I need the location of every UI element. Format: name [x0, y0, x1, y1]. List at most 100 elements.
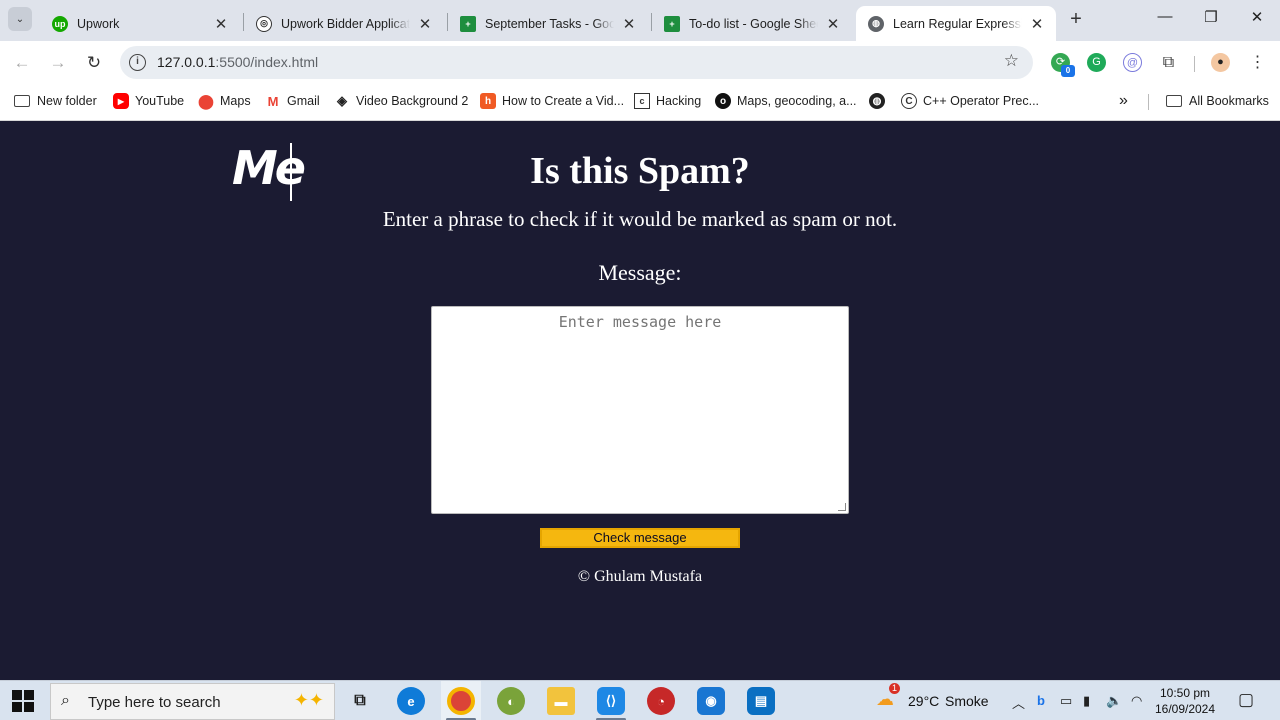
- tab-close-icon[interactable]: ✕: [416, 15, 434, 33]
- hubspot-icon: h: [480, 93, 496, 109]
- bing-icon[interactable]: b: [1037, 693, 1045, 708]
- message-label: Message:: [598, 260, 682, 285]
- bookmark-new-folder[interactable]: New folder: [14, 92, 97, 110]
- globe-icon: ◍: [868, 15, 884, 32]
- bookmark-label: YouTube: [135, 94, 185, 108]
- check-message-button[interactable]: Check message: [540, 528, 740, 548]
- resize-handle-icon[interactable]: [838, 503, 846, 511]
- gmail-icon: M: [267, 93, 279, 109]
- page-title: Is this Spam?: [530, 150, 750, 192]
- tab-close-icon[interactable]: ✕: [1028, 15, 1046, 33]
- bookmark-globe[interactable]: ◍: [869, 92, 891, 110]
- bookmark-how-to-create[interactable]: h How to Create a Vid...: [480, 92, 624, 110]
- edge-icon[interactable]: e: [397, 687, 425, 715]
- page-content: Me Is this Spam? Enter a phrase to check…: [0, 121, 1280, 680]
- bookmarks-bar: New folder ▶ YouTube ⬤ Maps M Gmail ◈ Vi…: [0, 84, 1280, 121]
- tab-close-icon[interactable]: ✕: [212, 15, 230, 33]
- tab-close-icon[interactable]: ✕: [620, 15, 638, 33]
- message-placeholder: Enter message here: [558, 313, 722, 331]
- chevron-up-icon[interactable]: ︿: [1012, 693, 1025, 712]
- bookmark-hacking[interactable]: c Hacking: [634, 92, 701, 110]
- address-bar[interactable]: i 127.0.0.1:5500/index.html ☆: [120, 46, 1033, 79]
- codepen-icon: ◈: [337, 93, 347, 108]
- tab-upwork[interactable]: up Upwork ✕: [40, 6, 240, 41]
- message-input[interactable]: Enter message here: [431, 306, 849, 514]
- pin-circle-icon: o: [715, 93, 731, 109]
- back-arrow-icon[interactable]: ←: [10, 51, 34, 75]
- close-window-icon[interactable]: ✕: [1234, 8, 1280, 32]
- tab-title: September Tasks - Googl: [485, 16, 614, 31]
- bookmark-gmail[interactable]: M Gmail: [265, 92, 320, 110]
- bookmarks-separator: [1148, 94, 1149, 110]
- tab-september-tasks[interactable]: + September Tasks - Googl ✕: [448, 6, 648, 41]
- generic-app-icon[interactable]: ▤: [747, 687, 775, 715]
- weather-badge: 1: [889, 683, 900, 694]
- extension-badge: 0: [1061, 65, 1075, 77]
- volume-icon[interactable]: 🔈: [1106, 693, 1122, 709]
- notifications-icon[interactable]: ▢: [1238, 690, 1254, 710]
- globe-icon: ◍: [869, 93, 885, 109]
- spiral-extension-icon[interactable]: @: [1123, 53, 1142, 72]
- taskbar-search-placeholder: Type here to search: [88, 694, 221, 711]
- weather-description[interactable]: Smoke: [945, 693, 989, 709]
- maps-pin-icon: ⬤: [198, 92, 214, 109]
- reload-icon[interactable]: ↻: [82, 51, 106, 75]
- youtube-icon: ▶: [113, 93, 129, 109]
- tab-close-icon[interactable]: ✕: [824, 15, 842, 33]
- battery-icon[interactable]: ▮: [1083, 693, 1090, 709]
- forward-arrow-icon[interactable]: →: [46, 51, 70, 75]
- bookmark-star-icon[interactable]: ☆: [1004, 51, 1019, 71]
- page-icon: c: [634, 93, 650, 109]
- task-view-icon[interactable]: ⧉: [346, 687, 374, 715]
- site-info-icon[interactable]: i: [129, 54, 146, 71]
- url-text[interactable]: 127.0.0.1:5500/index.html: [157, 54, 318, 70]
- clock-date: 16/09/2024: [1154, 702, 1216, 716]
- grammarly-icon[interactable]: G: [1087, 53, 1106, 72]
- bookmark-label: Maps, geocoding, a...: [737, 94, 857, 108]
- chrome-icon[interactable]: [447, 687, 475, 715]
- windows-taskbar: ⌕ Type here to search ✦✦ ⧉ e ◐ ▬ ⟨⟩ ◔ ◉ …: [0, 680, 1280, 720]
- tab-title: Upwork: [77, 16, 120, 31]
- all-bookmarks-button[interactable]: All Bookmarks: [1166, 92, 1269, 110]
- camera-app-icon[interactable]: ◉: [697, 687, 725, 715]
- upwork-icon: up: [52, 15, 68, 32]
- vscode-icon[interactable]: ⟨⟩: [597, 687, 625, 715]
- url-host: 127.0.0.1: [157, 54, 216, 70]
- wifi-icon[interactable]: ◠: [1131, 693, 1142, 709]
- taskbar-clock[interactable]: 10:50 pm 16/09/2024: [1150, 685, 1220, 717]
- cpp-reference-icon: C: [901, 93, 917, 109]
- page-footer: © Ghulam Mustafa: [577, 568, 703, 585]
- more-menu-icon[interactable]: ⋮: [1248, 53, 1267, 72]
- chameleon-app-icon[interactable]: ◐: [497, 687, 525, 715]
- file-explorer-icon[interactable]: ▬: [547, 687, 575, 715]
- tab-title: Learn Regular Expression: [893, 16, 1022, 31]
- bookmark-cpp-operator[interactable]: C C++ Operator Prec...: [901, 92, 1039, 110]
- clock-time: 10:50 pm: [1159, 686, 1211, 700]
- restore-icon[interactable]: ❐: [1188, 8, 1234, 32]
- windows-start-icon[interactable]: [12, 690, 34, 712]
- bookmark-label: How to Create a Vid...: [502, 94, 625, 108]
- page-description: Enter a phrase to check if it would be m…: [382, 207, 898, 231]
- bookmark-label: C++ Operator Prec...: [923, 94, 1040, 108]
- new-tab-button[interactable]: +: [1066, 9, 1086, 31]
- speed-test-icon[interactable]: ◔: [647, 687, 675, 715]
- tab-title: To-do list - Google Sheet: [689, 16, 818, 31]
- taskbar-search[interactable]: ⌕ Type here to search ✦✦: [50, 683, 335, 720]
- extensions-puzzle-icon[interactable]: ⧉: [1159, 53, 1178, 72]
- tab-todo-list[interactable]: + To-do list - Google Sheet ✕: [652, 6, 852, 41]
- minimize-icon[interactable]: —: [1142, 8, 1188, 32]
- profile-avatar[interactable]: ●: [1211, 53, 1230, 72]
- folder-icon: [1166, 95, 1182, 107]
- weather-temperature[interactable]: 29°C: [908, 693, 939, 709]
- meet-now-icon[interactable]: ▭: [1060, 693, 1072, 709]
- bookmark-label: New folder: [37, 94, 97, 108]
- tab-upwork-bidder[interactable]: ◎ Upwork Bidder Applicati ✕: [244, 6, 444, 41]
- tab-search-chevron-icon[interactable]: ⌄: [8, 7, 32, 31]
- bookmark-maps-geocoding[interactable]: o Maps, geocoding, a...: [715, 92, 857, 110]
- bookmark-video-background[interactable]: ◈ Video Background 2: [334, 92, 468, 110]
- tab-learn-regex[interactable]: ◍ Learn Regular Expression ✕: [856, 6, 1056, 41]
- openai-icon: ◎: [256, 15, 272, 32]
- bookmark-maps[interactable]: ⬤ Maps: [198, 92, 250, 110]
- bookmark-youtube[interactable]: ▶ YouTube: [113, 92, 184, 110]
- bookmarks-overflow-button[interactable]: »: [1119, 92, 1128, 110]
